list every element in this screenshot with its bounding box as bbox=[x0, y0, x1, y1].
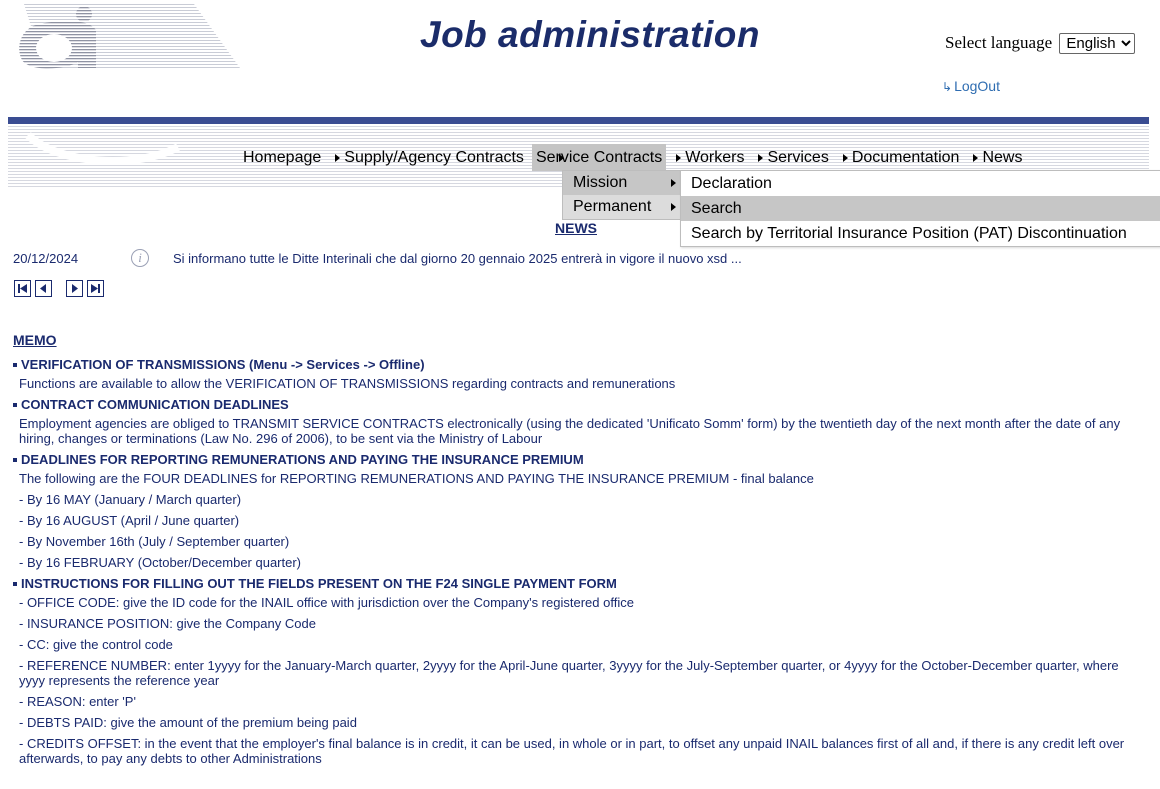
memo-section-heading: VERIFICATION OF TRANSMISSIONS (Menu -> S… bbox=[13, 357, 1133, 372]
service-contracts-dropdown: Mission Permanent bbox=[562, 170, 683, 220]
next-page-button[interactable] bbox=[66, 280, 83, 297]
menu-arrow-icon bbox=[559, 154, 564, 162]
inail-logo bbox=[4, 4, 240, 72]
submenu-arrow-icon bbox=[671, 203, 676, 211]
menu-documentation[interactable]: Documentation bbox=[833, 144, 964, 171]
memo-line: - REASON: enter 'P' bbox=[19, 694, 136, 709]
logout-link[interactable]: ↳ LogOut bbox=[942, 78, 1000, 94]
memo-line: - DEBTS PAID: give the amount of the pre… bbox=[19, 715, 357, 730]
memo-section-heading: CONTRACT COMMUNICATION DEADLINES bbox=[13, 397, 1133, 412]
menu-arrow-icon bbox=[335, 153, 341, 162]
next-page-icon bbox=[72, 284, 78, 293]
mission-dropdown: Declaration Search Search by Territorial… bbox=[680, 170, 1160, 247]
memo-line: - REFERENCE NUMBER: enter 1yyyy for the … bbox=[19, 658, 1119, 688]
logout-arrow-icon: ↳ bbox=[942, 80, 953, 94]
memo-line: - By 16 MAY (January / March quarter) bbox=[19, 492, 242, 507]
menu-workers-label: Workers bbox=[685, 148, 745, 166]
memo-content: VERIFICATION OF TRANSMISSIONS (Menu -> S… bbox=[13, 357, 1133, 772]
first-page-button[interactable] bbox=[14, 280, 31, 297]
memo-section-heading: DEADLINES FOR REPORTING REMUNERATIONS AN… bbox=[13, 452, 1133, 467]
bullet-icon bbox=[13, 457, 17, 462]
memo-line: - By 16 FEBRUARY (October/December quart… bbox=[19, 555, 302, 570]
news-text[interactable]: Si informano tutte le Ditte Interinali c… bbox=[173, 251, 742, 266]
submenu-declaration-label: Declaration bbox=[691, 174, 772, 192]
language-select[interactable]: English bbox=[1059, 33, 1136, 54]
language-label: Select language bbox=[945, 33, 1053, 52]
news-heading[interactable]: NEWS bbox=[555, 220, 597, 236]
menu-arrow-icon bbox=[973, 153, 979, 162]
last-page-button[interactable] bbox=[87, 280, 104, 297]
language-selector: Select language English bbox=[945, 33, 1136, 54]
previous-page-button[interactable] bbox=[35, 280, 52, 297]
menu-supply-label: Supply/Agency Contracts bbox=[344, 148, 524, 166]
page-title: Job administration bbox=[420, 14, 760, 55]
previous-page-icon bbox=[40, 284, 46, 293]
memo-line: - By November 16th (July / September qua… bbox=[19, 534, 290, 549]
main-menu: Homepage Supply/Agency Contracts Service… bbox=[239, 144, 1026, 171]
memo-heading-text: CONTRACT COMMUNICATION DEADLINES bbox=[21, 397, 289, 412]
memo-section-heading: INSTRUCTIONS FOR FILLING OUT THE FIELDS … bbox=[13, 576, 1133, 591]
menu-arrow-icon bbox=[676, 153, 682, 162]
memo-heading-text: INSTRUCTIONS FOR FILLING OUT THE FIELDS … bbox=[21, 576, 617, 591]
bullet-icon bbox=[13, 581, 17, 586]
memo-heading-text: VERIFICATION OF TRANSMISSIONS (Menu -> S… bbox=[21, 357, 425, 372]
news-pager bbox=[14, 280, 104, 297]
memo-line: - INSURANCE POSITION: give the Company C… bbox=[19, 616, 316, 631]
memo-heading: MEMO bbox=[13, 332, 57, 348]
menu-homepage[interactable]: Homepage bbox=[239, 144, 325, 171]
menu-documentation-label: Documentation bbox=[851, 148, 960, 166]
submenu-mission[interactable]: Mission bbox=[563, 171, 682, 195]
news-date: 20/12/2024 bbox=[13, 250, 79, 266]
submenu-search-by-pat-label: Search by Territorial Insurance Position… bbox=[691, 224, 1127, 242]
menu-homepage-label: Homepage bbox=[243, 148, 322, 166]
memo-line: - CREDITS OFFSET: in the event that the … bbox=[19, 736, 1125, 766]
memo-line: - By 16 AUGUST (April / June quarter) bbox=[19, 513, 240, 528]
submenu-permanent[interactable]: Permanent bbox=[563, 195, 682, 219]
memo-line: The following are the FOUR DEADLINES for… bbox=[19, 471, 814, 486]
submenu-permanent-label: Permanent bbox=[573, 198, 652, 215]
menu-service-contracts[interactable]: Service Contracts bbox=[531, 144, 667, 171]
logout-label: LogOut bbox=[954, 78, 1000, 94]
memo-heading-text: DEADLINES FOR REPORTING REMUNERATIONS AN… bbox=[21, 452, 584, 467]
submenu-search[interactable]: Search bbox=[681, 196, 1160, 221]
menu-supply-agency-contracts[interactable]: Supply/Agency Contracts bbox=[325, 144, 528, 171]
memo-line: - OFFICE CODE: give the ID code for the … bbox=[19, 595, 634, 610]
menu-band-top-bar bbox=[8, 117, 1149, 124]
bullet-icon bbox=[13, 362, 17, 367]
memo-line: Employment agencies are obliged to TRANS… bbox=[19, 416, 1121, 446]
submenu-arrow-icon bbox=[671, 179, 676, 187]
menu-services-label: Services bbox=[767, 148, 829, 166]
last-page-icon bbox=[91, 284, 100, 293]
submenu-declaration[interactable]: Declaration bbox=[681, 171, 1160, 196]
memo-line: Functions are available to allow the VER… bbox=[19, 376, 676, 391]
submenu-mission-label: Mission bbox=[573, 174, 628, 191]
menu-arrow-icon bbox=[758, 153, 764, 162]
menu-services[interactable]: Services bbox=[748, 144, 832, 171]
menu-service-contracts-label: Service Contracts bbox=[535, 148, 663, 166]
news-item[interactable]: 20/12/2024 i Si informano tutte le Ditte… bbox=[13, 249, 742, 267]
menu-news[interactable]: News bbox=[963, 144, 1026, 171]
menu-workers[interactable]: Workers bbox=[666, 144, 748, 171]
menu-arrow-icon bbox=[842, 153, 848, 162]
submenu-search-label: Search bbox=[691, 199, 742, 217]
bullet-icon bbox=[13, 402, 17, 407]
info-icon: i bbox=[131, 249, 149, 267]
submenu-search-by-pat[interactable]: Search by Territorial Insurance Position… bbox=[681, 221, 1160, 246]
menu-news-label: News bbox=[982, 148, 1023, 166]
first-page-icon bbox=[18, 284, 27, 293]
memo-line: - CC: give the control code bbox=[19, 637, 173, 652]
